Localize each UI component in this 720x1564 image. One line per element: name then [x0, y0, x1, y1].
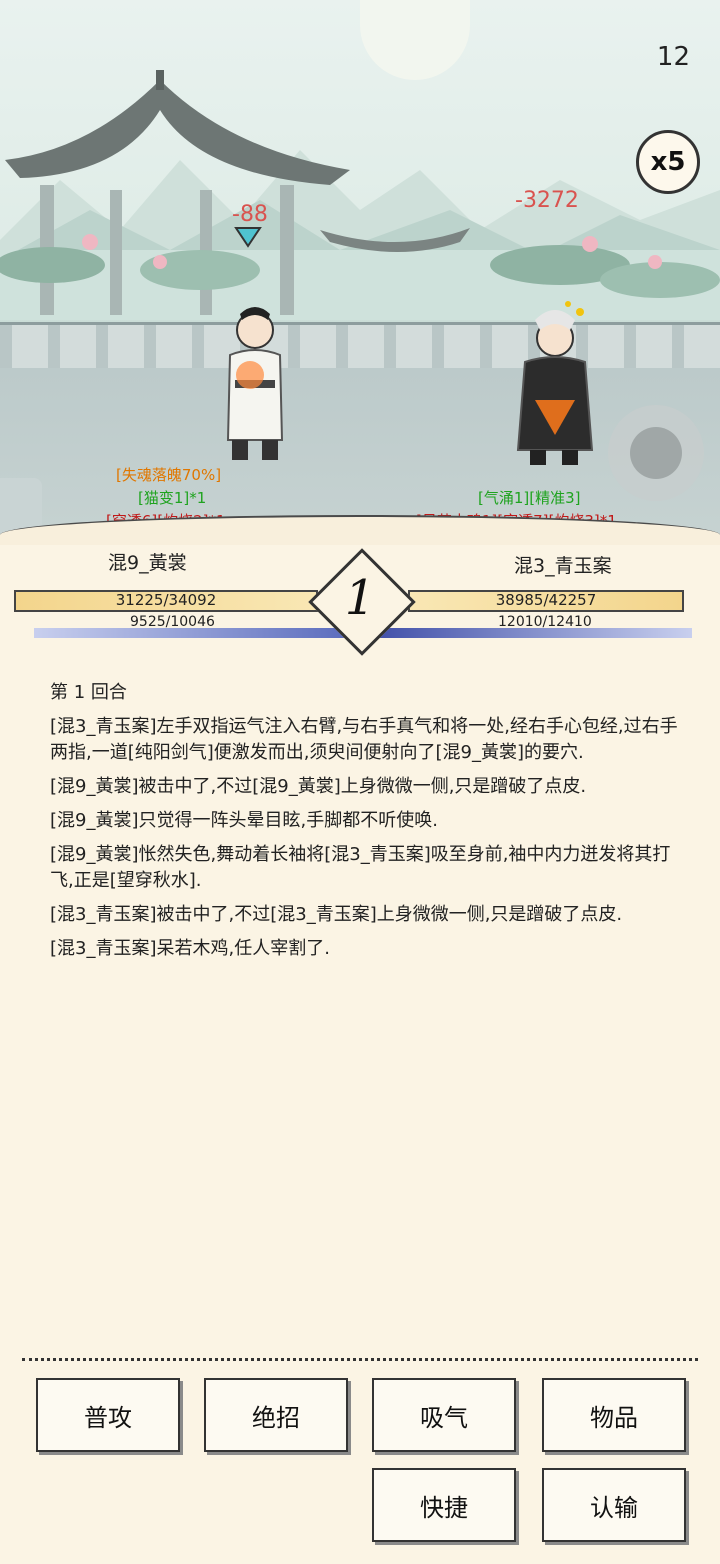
- speed-toggle-button[interactable]: x5: [636, 130, 700, 194]
- round-badge: 1: [308, 548, 416, 656]
- left-status-line-1: [失魂落魄70%]: [116, 466, 222, 484]
- battle-scene: 12 x5 -88 -3272 [失魂落魄70%] [猫变1]*1 [穿透6][…: [0, 0, 720, 545]
- absorb-button[interactable]: 吸气: [372, 1378, 516, 1452]
- combat-log: 第 1 回合 [混3_青玉案]左手双指运气注入右臂,与右手真气和将一处,经右手心…: [50, 680, 690, 970]
- joystick-knob[interactable]: [630, 427, 682, 479]
- player-right-hp-text: 38985/42257: [495, 591, 597, 609]
- player-left-name: 混9_黃裳: [108, 552, 187, 574]
- player-left-hp-text: 31225/34092: [115, 591, 217, 609]
- log-entry: [混9_黃裳]只觉得一阵头晕目眩,手脚都不听使唤.: [50, 810, 438, 831]
- right-status-line-1: [气涌1][精准3]: [478, 489, 581, 507]
- fighter-right-sprite[interactable]: [500, 290, 610, 470]
- log-entry: [混9_黃裳]被击中了,不过[混9_黃裳]上身微微一侧,只是蹭破了点皮.: [50, 776, 587, 797]
- log-entry: [混9_黃裳]怅然失色,舞动着长袖将[混3_青玉案]吸至身前,袖中内力迸发将其打…: [50, 844, 671, 891]
- items-button[interactable]: 物品: [542, 1378, 686, 1452]
- turn-counter: 12: [656, 42, 690, 72]
- player-right-name: 混3_青玉案: [514, 555, 612, 577]
- round-header: 第 1 回合: [50, 682, 127, 703]
- fighter-left-sprite[interactable]: [210, 300, 300, 470]
- divider: [22, 1358, 698, 1361]
- player-right-mp-text: 12010/12410: [498, 614, 592, 630]
- round-number: 1: [344, 570, 376, 626]
- surrender-button[interactable]: 认输: [542, 1468, 686, 1542]
- player-right-hp-bar: 38985/42257: [408, 590, 684, 612]
- target-marker-icon: [234, 227, 262, 248]
- ultimate-button[interactable]: 绝招: [204, 1378, 348, 1452]
- stone-railing: [0, 322, 720, 372]
- damage-number-left: -88: [232, 202, 268, 227]
- player-left-hp-bar: 31225/34092: [14, 590, 318, 612]
- pavilion-and-lotus: [0, 70, 720, 315]
- log-entry: [混3_青玉案]被击中了,不过[混3_青玉案]上身微微一侧,只是蹭破了点皮.: [50, 904, 623, 925]
- left-status-line-2: [猫变1]*1: [138, 489, 207, 507]
- damage-number-right: -3272: [515, 188, 579, 213]
- virtual-joystick[interactable]: [608, 405, 704, 501]
- log-entry: [混3_青玉案]呆若木鸡,任人宰割了.: [50, 938, 330, 959]
- log-entry: [混3_青玉案]左手双指运气注入右臂,与右手真气和将一处,经右手心包经,过右手两…: [50, 716, 678, 763]
- shortcut-button[interactable]: 快捷: [372, 1468, 516, 1542]
- attack-button[interactable]: 普攻: [36, 1378, 180, 1452]
- player-left-mp-text: 9525/10046: [130, 614, 215, 630]
